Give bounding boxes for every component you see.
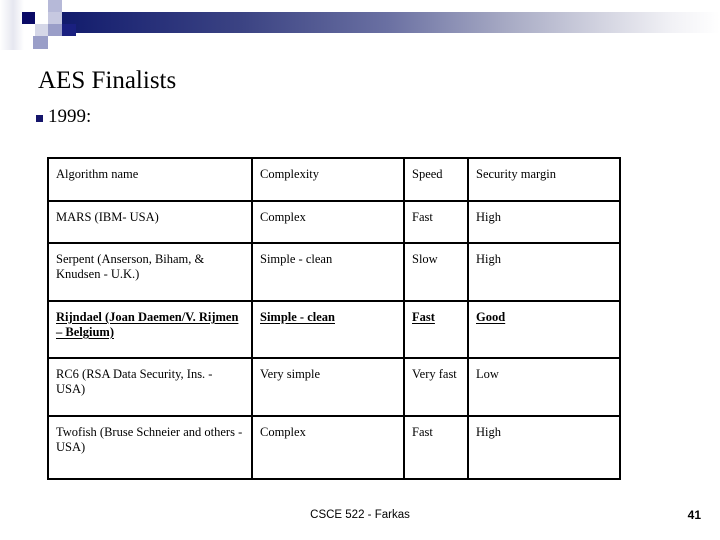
table-row: Serpent (Anserson, Biham, & Knudsen - U.… <box>47 242 621 302</box>
slide-header-decoration <box>0 0 720 56</box>
cell-algorithm-name: MARS (IBM- USA) <box>47 200 253 244</box>
cell-speed: Fast <box>403 415 469 480</box>
page-title: AES Finalists <box>38 67 177 94</box>
cell-security-margin: High <box>467 242 621 302</box>
cell-speed: Very fast <box>403 357 469 417</box>
bullet-line: 1999: <box>36 106 91 128</box>
cell-security-margin: Low <box>467 357 621 417</box>
table-row: RC6 (RSA Data Security, Ins. - USA) Very… <box>47 357 621 417</box>
header-square-light-top <box>48 0 62 12</box>
cell-algorithm-name: Rijndael (Joan Daemen/V. Rijmen – Belgiu… <box>47 300 253 359</box>
table-row: MARS (IBM- USA) Complex Fast High <box>47 200 621 244</box>
header-square-lavender <box>33 36 48 49</box>
header-square-periwinkle <box>48 24 62 36</box>
header-square-light-mid <box>48 12 62 24</box>
column-header-speed: Speed <box>403 157 469 202</box>
header-square-darkblue <box>62 24 76 36</box>
cell-speed: Fast <box>403 200 469 244</box>
column-header-complexity: Complexity <box>251 157 405 202</box>
cell-complexity: Complex <box>251 200 405 244</box>
cell-algorithm-name: RC6 (RSA Data Security, Ins. - USA) <box>47 357 253 417</box>
cell-complexity: Simple - clean <box>251 300 405 359</box>
cell-complexity: Very simple <box>251 357 405 417</box>
table-header-row: Algorithm name Complexity Speed Security… <box>47 157 621 202</box>
footer-text: CSCE 522 - Farkas <box>310 509 410 521</box>
cell-security-margin: Good <box>467 300 621 359</box>
header-square-pale <box>35 24 48 36</box>
table-row: Twofish (Bruse Schneier and others - USA… <box>47 415 621 480</box>
cell-speed: Slow <box>403 242 469 302</box>
cell-complexity: Simple - clean <box>251 242 405 302</box>
page-number: 41 <box>687 508 701 522</box>
header-gradient-bar <box>55 12 720 33</box>
cell-algorithm-name: Serpent (Anserson, Biham, & Knudsen - U.… <box>47 242 253 302</box>
column-header-algorithm-name: Algorithm name <box>47 157 253 202</box>
table-row-highlighted: Rijndael (Joan Daemen/V. Rijmen – Belgiu… <box>47 300 621 359</box>
cell-security-margin: High <box>467 200 621 244</box>
square-bullet-icon <box>36 114 43 122</box>
header-square-navy <box>22 12 35 24</box>
column-header-security-margin: Security margin <box>467 157 621 202</box>
cell-algorithm-name: Twofish (Bruse Schneier and others - USA… <box>47 415 253 480</box>
bullet-label: 1999: <box>48 106 92 127</box>
header-fade-block <box>0 0 24 50</box>
cell-speed: Fast <box>403 300 469 359</box>
cell-security-margin: High <box>467 415 621 480</box>
cell-complexity: Complex <box>251 415 405 480</box>
aes-finalists-table: Algorithm name Complexity Speed Security… <box>47 157 621 480</box>
